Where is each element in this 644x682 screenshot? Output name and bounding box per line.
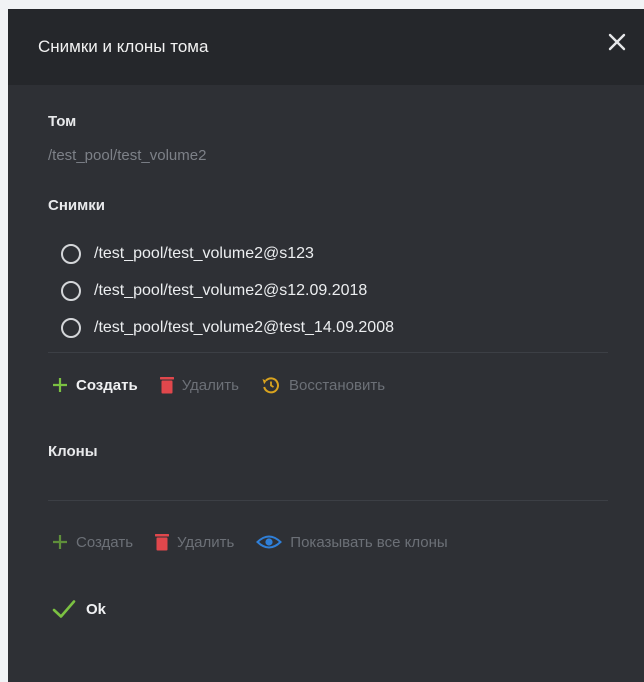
create-clone-label: Создать <box>76 533 134 551</box>
clones-section-label: Клоны <box>48 443 98 460</box>
snapshot-label: /test_pool/test_volume2@s12.09.2018 <box>94 281 368 299</box>
ok-label: Ok <box>86 600 107 618</box>
dialog-header: Снимки и клоны тома <box>8 9 644 85</box>
eye-icon <box>256 532 283 552</box>
create-clone-button[interactable]: Создать <box>52 534 133 551</box>
snapshot-item[interactable]: /test_pool/test_volume2@s123 <box>61 235 394 272</box>
close-button[interactable] <box>604 29 630 55</box>
restore-snapshot-button[interactable]: Восстановить <box>261 375 385 395</box>
dialog-title: Снимки и клоны тома <box>38 37 209 56</box>
plus-icon <box>52 377 68 393</box>
snapshot-item[interactable]: /test_pool/test_volume2@s12.09.2018 <box>61 272 394 309</box>
show-all-clones-button[interactable]: Показывать все клоны <box>256 532 448 552</box>
snapshots-clones-dialog: Снимки и клоны тома Том /test_pool/test_… <box>8 9 644 682</box>
delete-snapshot-button[interactable]: Удалить <box>159 376 239 394</box>
create-snapshot-button[interactable]: Создать <box>52 377 138 394</box>
restore-icon <box>261 375 281 395</box>
snapshots-divider <box>48 352 608 353</box>
snapshots-section-label: Снимки <box>48 197 105 214</box>
snapshot-toolbar: Создать Удалить Восстановить <box>52 375 407 395</box>
clones-divider <box>48 500 608 501</box>
snapshot-list: /test_pool/test_volume2@s123 /test_pool/… <box>61 235 394 346</box>
snapshot-radio[interactable] <box>61 280 81 301</box>
show-all-clones-label: Показывать все клоны <box>290 533 448 551</box>
trash-icon <box>155 533 170 551</box>
snapshot-radio[interactable] <box>61 317 81 338</box>
check-icon <box>52 599 76 619</box>
delete-snapshot-label: Удалить <box>181 376 239 394</box>
snapshot-item[interactable]: /test_pool/test_volume2@test_14.09.2008 <box>61 309 394 346</box>
close-icon <box>608 33 626 51</box>
restore-snapshot-label: Восстановить <box>288 376 386 394</box>
plus-icon <box>52 534 68 550</box>
create-snapshot-label: Создать <box>76 376 138 394</box>
trash-icon <box>159 376 174 394</box>
snapshot-label: /test_pool/test_volume2@s123 <box>94 244 314 262</box>
delete-clone-label: Удалить <box>177 533 235 551</box>
clone-toolbar: Создать Удалить Показывать все клоны <box>52 532 470 552</box>
ok-button[interactable]: Ok <box>52 599 106 619</box>
delete-clone-button[interactable]: Удалить <box>155 533 234 551</box>
volume-path: /test_pool/test_volume2 <box>48 147 207 164</box>
volume-section-label: Том <box>48 113 77 130</box>
snapshot-label: /test_pool/test_volume2@test_14.09.2008 <box>94 318 394 336</box>
snapshot-radio[interactable] <box>61 243 81 264</box>
